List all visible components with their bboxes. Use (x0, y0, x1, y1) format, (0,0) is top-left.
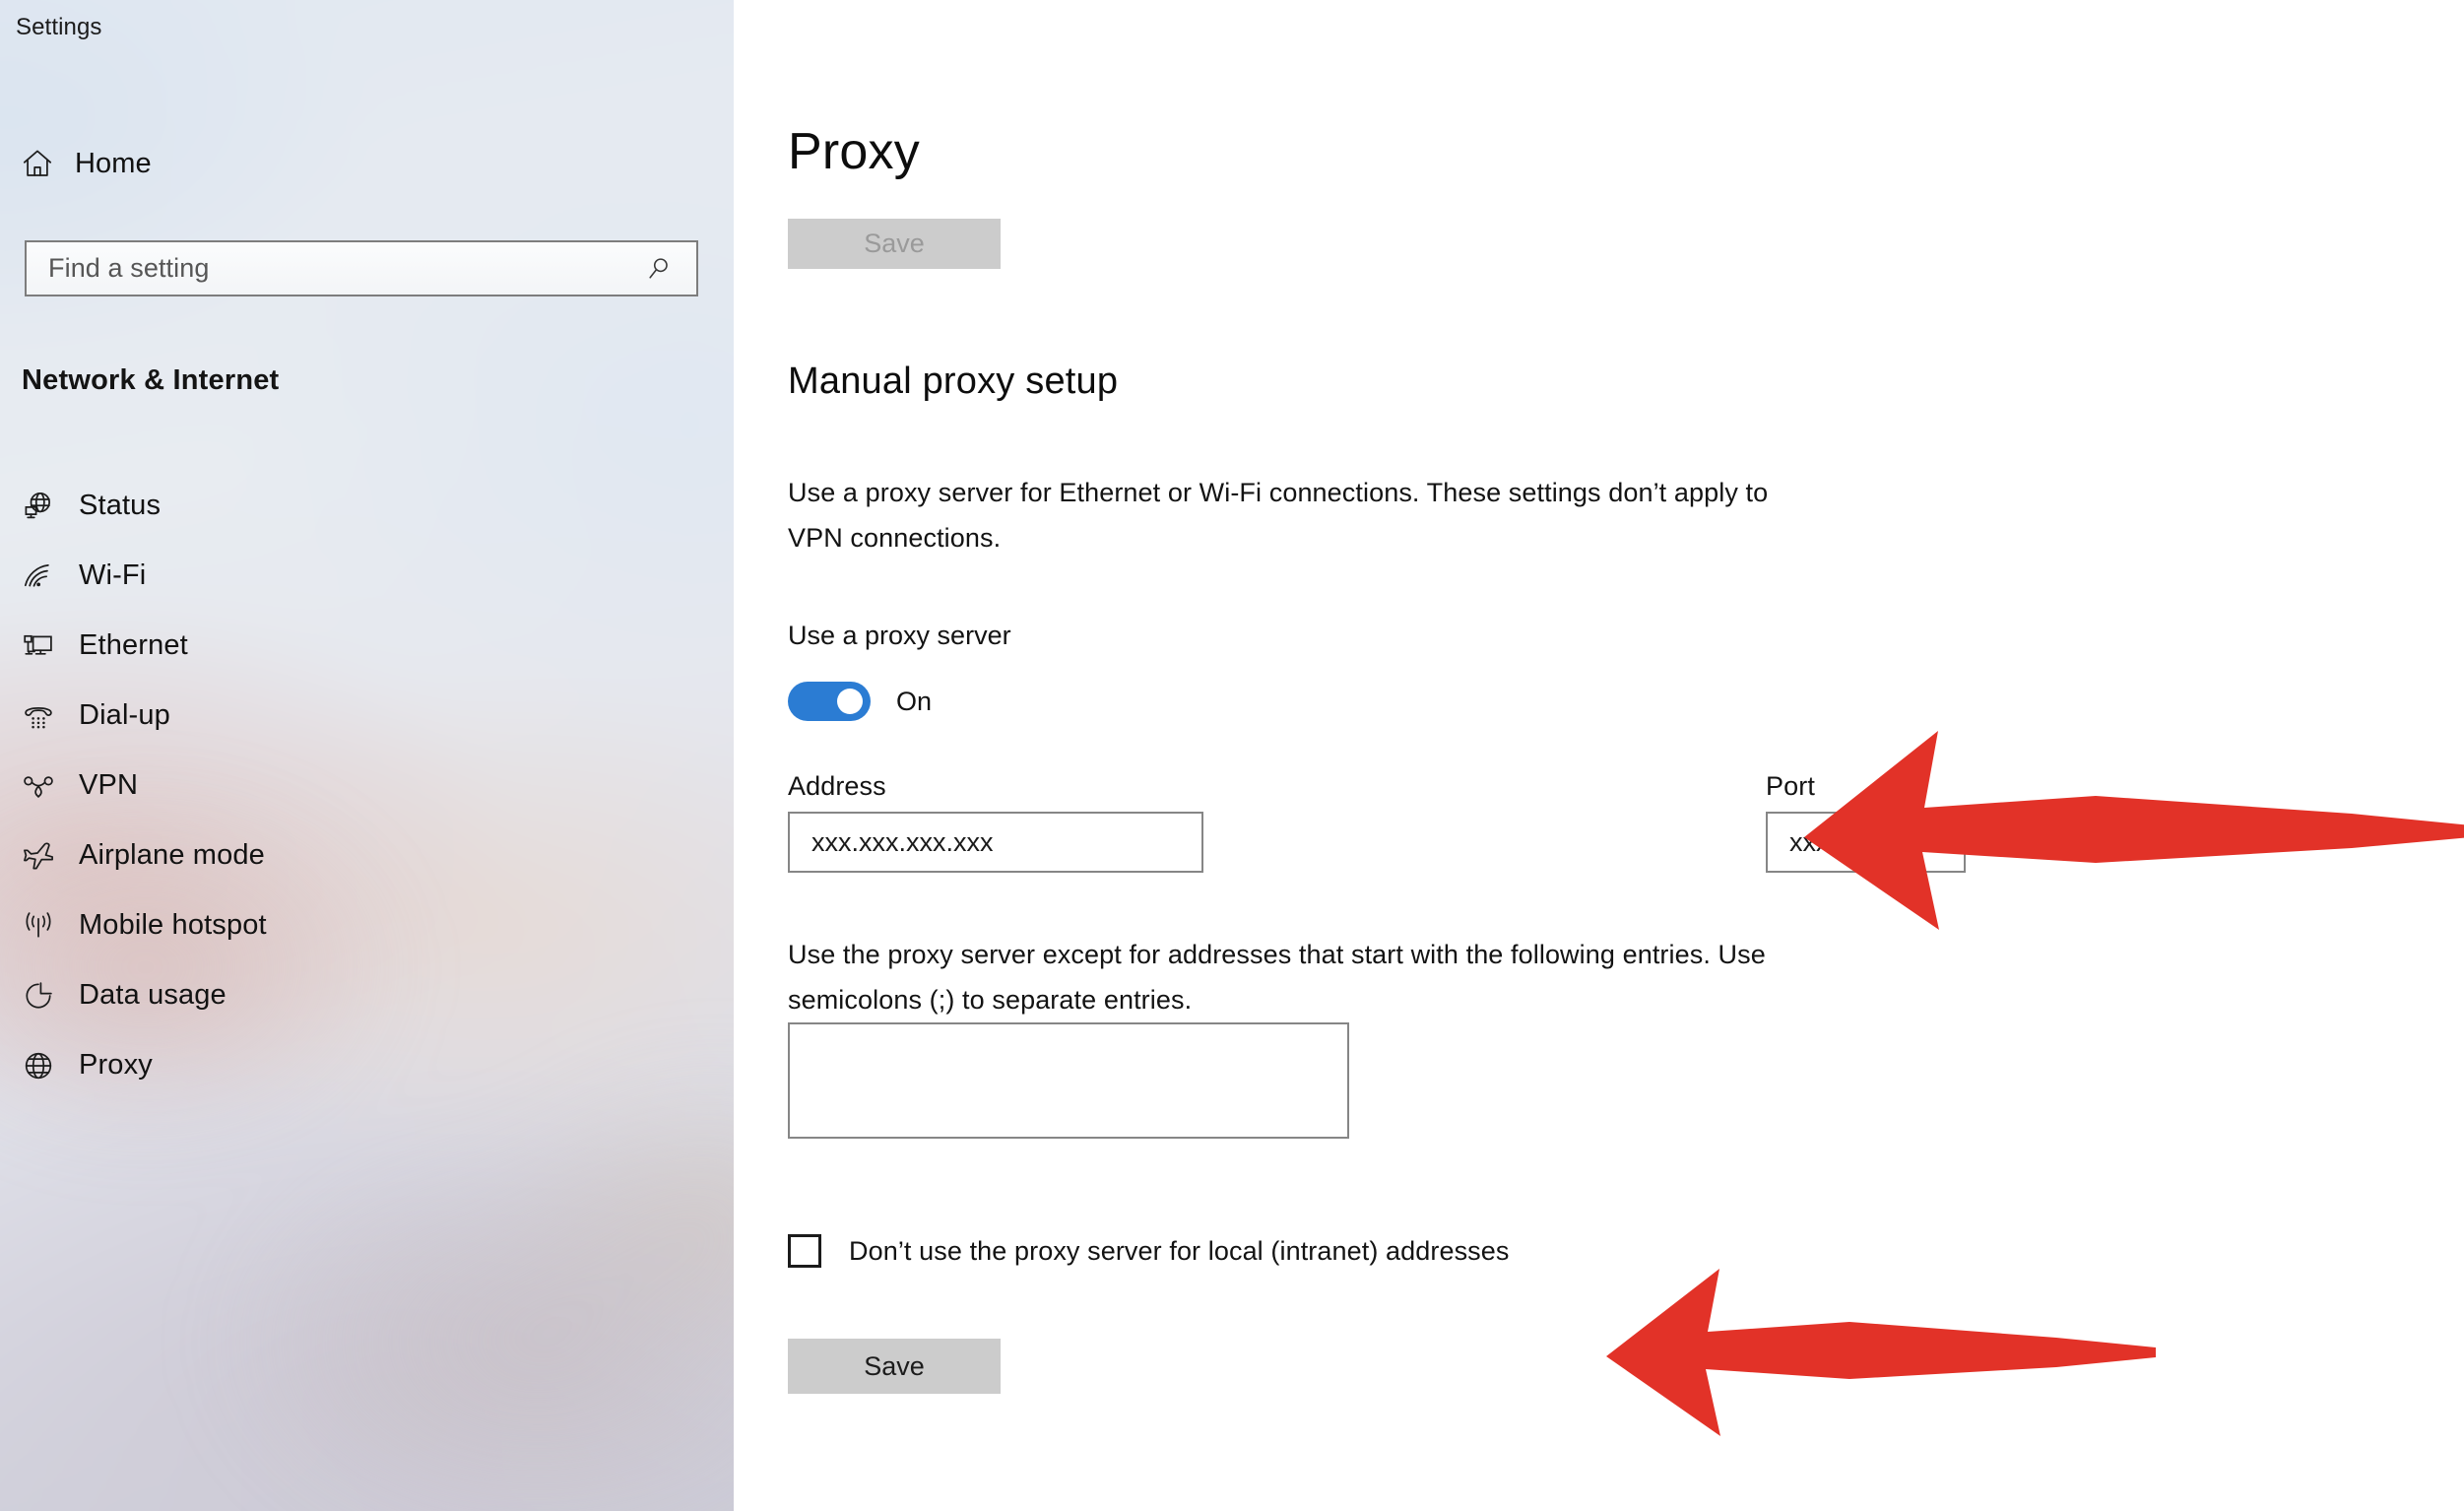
vpn-icon (8, 768, 69, 804)
save-button-top[interactable]: Save (788, 219, 1001, 269)
proxy-settings-pane: Proxy Save Manual proxy setup Use a prox… (734, 0, 2464, 1511)
sidebar-item-dialup[interactable]: Dial-up (8, 681, 717, 751)
hotspot-icon (8, 908, 69, 944)
ethernet-icon (8, 628, 69, 664)
sidebar-item-label-vpn: VPN (79, 769, 139, 801)
bypass-local-addresses-checkbox[interactable] (788, 1234, 821, 1268)
globe-icon (8, 1048, 69, 1084)
manual-proxy-setup-heading: Manual proxy setup (788, 361, 1119, 402)
sidebar-item-data-usage[interactable]: Data usage (8, 960, 717, 1030)
globe-monitor-icon (8, 489, 69, 524)
sidebar-item-label-proxy: Proxy (79, 1049, 153, 1081)
annotation-arrow-save-button (1603, 1253, 2160, 1440)
use-proxy-server-toggle-group[interactable]: On (788, 682, 932, 721)
proxy-exceptions-description: Use the proxy server except for addresse… (788, 940, 1766, 1015)
search-icon[interactable] (643, 253, 675, 285)
sidebar-item-label-ethernet: Ethernet (79, 629, 188, 661)
sidebar-item-label-data-usage: Data usage (79, 979, 227, 1011)
toggle-knob (837, 689, 863, 714)
home-icon (8, 146, 67, 181)
settings-sidebar: Settings Home Find a setting Network & I… (0, 0, 734, 1511)
airplane-icon (8, 838, 69, 874)
use-proxy-server-toggle[interactable] (788, 682, 871, 721)
pie-chart-icon (8, 978, 69, 1014)
use-proxy-server-toggle-state: On (896, 686, 933, 716)
sidebar-item-status[interactable]: Status (8, 471, 717, 541)
sidebar-item-vpn[interactable]: VPN (8, 751, 717, 821)
sidebar-section-header: Network & Internet (22, 364, 280, 396)
sidebar-item-label-dialup: Dial-up (79, 699, 170, 731)
sidebar-item-label-airplane-mode: Airplane mode (79, 839, 265, 871)
proxy-exceptions-input[interactable] (788, 1022, 1349, 1139)
bypass-local-addresses-label: Don’t use the proxy server for local (in… (849, 1235, 1510, 1266)
sidebar-item-label-status: Status (79, 490, 162, 521)
address-field-label: Address (788, 771, 886, 801)
sidebar-item-label-wifi: Wi-Fi (79, 559, 147, 591)
sidebar-item-wifi[interactable]: Wi-Fi (8, 541, 717, 611)
sidebar-item-home[interactable]: Home (8, 133, 697, 194)
sidebar-item-proxy[interactable]: Proxy (8, 1030, 717, 1100)
search-input-placeholder[interactable]: Find a setting (48, 253, 643, 284)
sidebar-item-ethernet[interactable]: Ethernet (8, 611, 717, 681)
manual-proxy-setup-description: Use a proxy server for Ethernet or Wi-Fi… (788, 478, 1769, 553)
sidebar-nav-list: Status Wi-Fi Ethernet Dial-up VPN Airpla… (8, 471, 717, 1100)
sidebar-item-airplane-mode[interactable]: Airplane mode (8, 821, 717, 890)
wifi-icon (8, 558, 69, 594)
annotation-arrow-address-port (1800, 711, 2464, 935)
sidebar-item-mobile-hotspot[interactable]: Mobile hotspot (8, 890, 717, 960)
sidebar-item-label-home: Home (75, 147, 152, 179)
sidebar-item-label-mobile-hotspot: Mobile hotspot (79, 909, 267, 941)
use-proxy-server-label: Use a proxy server (788, 621, 1011, 650)
app-title: Settings (16, 14, 102, 40)
save-button-bottom[interactable]: Save (788, 1339, 1001, 1394)
dialup-phone-icon (8, 698, 69, 734)
address-input[interactable] (788, 812, 1203, 873)
page-title: Proxy (788, 123, 920, 180)
bypass-local-addresses-row[interactable]: Don’t use the proxy server for local (in… (788, 1234, 1510, 1268)
search-box[interactable]: Find a setting (25, 240, 698, 296)
